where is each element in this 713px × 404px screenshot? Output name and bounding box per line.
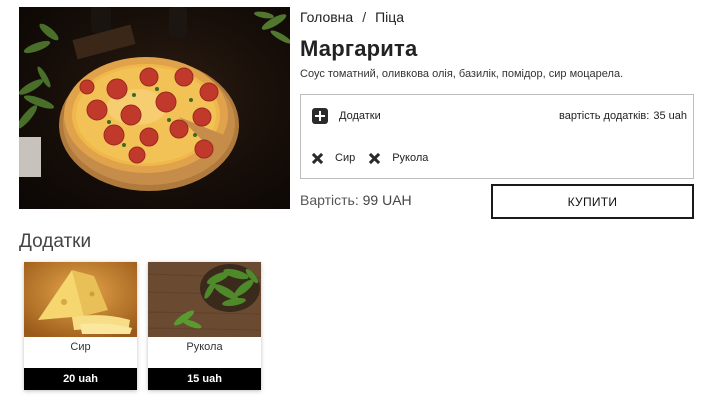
addon-card-price: 15 uah xyxy=(148,368,261,390)
product-title: Маргарита xyxy=(300,36,418,61)
product-price: Вартість: 99 UAH xyxy=(300,192,412,208)
cheese-image xyxy=(24,262,137,337)
selected-addon-chip: Рукола xyxy=(369,152,428,164)
addons-toggle[interactable]: Додатки xyxy=(312,108,381,124)
addons-toggle-label: Додатки xyxy=(339,110,381,122)
addons-panel: Додатки вартість додатків: 35 uah Сир Рук… xyxy=(300,94,694,179)
addons-section-title: Додатки xyxy=(19,231,92,252)
selected-addons: Сир Рукола xyxy=(312,152,442,164)
price-value: 99 UAH xyxy=(362,192,412,208)
breadcrumb-separator: / xyxy=(362,9,367,25)
product-description: Соус томатний, оливкова олія, базилік, п… xyxy=(300,68,624,80)
arugula-image xyxy=(148,262,261,337)
buy-button[interactable]: КУПИТИ xyxy=(491,184,694,219)
breadcrumb-home-link[interactable]: Головна xyxy=(300,9,353,25)
addons-cost: вартість додатків: 35 uah xyxy=(559,110,687,122)
remove-icon[interactable] xyxy=(369,153,380,164)
selected-addon-label: Рукола xyxy=(392,152,429,164)
addon-card-cheese[interactable]: Сир 20 uah xyxy=(24,262,137,390)
breadcrumb-current-link[interactable]: Піца xyxy=(375,9,404,25)
plus-icon[interactable] xyxy=(312,108,328,124)
addon-card-name: Сир xyxy=(70,341,91,353)
addons-cost-value: 35 uah xyxy=(653,110,687,122)
addons-cost-label: вартість додатків: xyxy=(559,110,650,122)
selected-addon-label: Сир xyxy=(335,152,356,164)
addon-card-arugula[interactable]: Рукола 15 uah xyxy=(148,262,261,390)
remove-icon[interactable] xyxy=(312,153,323,164)
price-label: Вартість: xyxy=(300,192,359,208)
product-image xyxy=(19,7,290,209)
addon-card-name: Рукола xyxy=(186,341,223,353)
selected-addon-chip: Сир xyxy=(312,152,355,164)
breadcrumb: Головна / Піца xyxy=(300,9,404,25)
addon-card-price: 20 uah xyxy=(24,368,137,390)
